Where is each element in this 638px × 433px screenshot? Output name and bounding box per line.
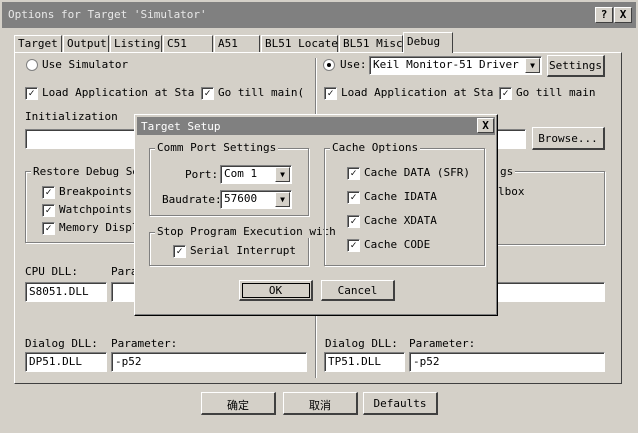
serial-interrupt-checkbox[interactable]: ✓ — [173, 245, 186, 258]
go-till-main-checkbox-right[interactable]: ✓ — [499, 87, 512, 100]
port-select[interactable]: Com 1 ▼ — [220, 165, 292, 184]
cpu-parameter-field-right[interactable] — [496, 282, 605, 302]
toolbox-label-partial: lbox — [498, 185, 525, 198]
use-simulator-label: Use Simulator — [42, 58, 129, 71]
tab-debug[interactable]: Debug — [403, 32, 453, 53]
cpu-dll-field[interactable]: S8051.DLL — [25, 282, 107, 302]
target-setup-ok-button[interactable]: OK — [239, 280, 313, 301]
cpu-dll-label: CPU DLL: — [25, 265, 78, 278]
dialog-parameter-field-left[interactable]: -p52 — [111, 352, 307, 372]
options-for-target-window: Options for Target 'Simulator' ? X Targe… — [0, 0, 638, 433]
port-select-value: Com 1 — [224, 167, 258, 180]
dialog-parameter-label-left: Parameter: — [111, 337, 178, 350]
watchpoints-label: Watchpoints & — [59, 203, 146, 216]
use-driver-radio[interactable] — [323, 59, 335, 71]
tab-target[interactable]: Target — [14, 35, 62, 52]
target-setup-title: Target Setup — [141, 120, 221, 133]
initialization-field-left[interactable] — [25, 129, 140, 149]
port-label: Port: — [185, 168, 219, 181]
baudrate-select[interactable]: 57600 ▼ — [220, 190, 292, 209]
browse-button[interactable]: Browse... — [532, 127, 605, 150]
target-setup-cancel-button[interactable]: Cancel — [321, 280, 395, 301]
dialog-parameter-field-right[interactable]: -p52 — [409, 352, 605, 372]
initialization-label-left: Initialization — [25, 110, 118, 123]
title-bar: Options for Target 'Simulator' ? X — [2, 2, 636, 28]
close-button[interactable]: X — [614, 7, 632, 23]
use-simulator-radio[interactable] — [26, 59, 38, 71]
breakpoints-checkbox[interactable]: ✓ — [42, 186, 55, 199]
cache-xdata-checkbox[interactable]: ✓ — [347, 215, 360, 228]
go-till-main-label-left: Go till main( — [218, 86, 305, 99]
restore-debug-group-right-title: gs — [498, 165, 516, 178]
cache-idata-label: Cache IDATA — [364, 190, 437, 203]
dialog-dll-field-right[interactable]: TP51.DLL — [324, 352, 405, 372]
window-title: Options for Target 'Simulator' — [8, 8, 207, 21]
go-till-main-label-right: Go till main — [516, 86, 596, 99]
target-setup-title-bar: Target Setup X — [137, 117, 495, 135]
cache-xdata-label: Cache XDATA — [364, 214, 437, 227]
tab-c51[interactable]: C51 — [163, 35, 213, 52]
defaults-button[interactable]: Defaults — [363, 392, 438, 415]
baudrate-select-value: 57600 — [224, 192, 258, 205]
initialization-field-right[interactable] — [496, 129, 526, 149]
load-app-label-left: Load Application at Sta — [42, 86, 195, 99]
chevron-down-icon[interactable]: ▼ — [275, 167, 290, 182]
cache-code-label: Cache CODE — [364, 238, 431, 251]
tab-listing[interactable]: Listing — [110, 35, 162, 52]
dialog-parameter-label-right: Parameter: — [409, 337, 476, 350]
load-app-label-right: Load Application at Sta — [341, 86, 494, 99]
cache-idata-checkbox[interactable]: ✓ — [347, 191, 360, 204]
memory-display-checkbox[interactable]: ✓ — [42, 222, 55, 235]
comm-port-group-title: Comm Port Settings — [155, 141, 279, 154]
tab-bl51-locate[interactable]: BL51 Locate — [261, 35, 338, 52]
restore-debug-group-right — [496, 171, 605, 245]
ok-button[interactable]: 确定 — [201, 392, 276, 415]
tab-bl51-misc[interactable]: BL51 Misc — [339, 35, 403, 52]
cache-data-label: Cache DATA (SFR) — [364, 166, 470, 179]
cache-options-group-title: Cache Options — [330, 141, 421, 154]
driver-select[interactable]: Keil Monitor-51 Driver ▼ — [369, 56, 542, 75]
cache-data-checkbox[interactable]: ✓ — [347, 167, 360, 180]
tab-a51[interactable]: A51 — [214, 35, 260, 52]
settings-button[interactable]: Settings — [547, 55, 605, 77]
use-label: Use: — [340, 58, 367, 71]
tab-output[interactable]: Output — [63, 35, 109, 52]
memory-display-label: Memory Displ — [59, 221, 139, 234]
go-till-main-checkbox-left[interactable]: ✓ — [201, 87, 214, 100]
baudrate-label: Baudrate: — [162, 193, 222, 206]
help-button[interactable]: ? — [595, 7, 613, 23]
cancel-button[interactable]: 取消 — [283, 392, 358, 415]
watchpoints-checkbox[interactable]: ✓ — [42, 204, 55, 217]
target-setup-close-button[interactable]: X — [477, 118, 494, 133]
load-app-checkbox-left[interactable]: ✓ — [25, 87, 38, 100]
restore-debug-group-title: Restore Debug Ses — [31, 165, 148, 178]
dialog-dll-field-left[interactable]: DP51.DLL — [25, 352, 107, 372]
chevron-down-icon[interactable]: ▼ — [275, 192, 290, 207]
target-setup-dialog: Target Setup X Comm Port Settings Port: … — [134, 114, 498, 316]
stop-execution-group-title: Stop Program Execution with — [155, 225, 338, 238]
chevron-down-icon[interactable]: ▼ — [525, 58, 540, 73]
load-app-checkbox-right[interactable]: ✓ — [324, 87, 337, 100]
dialog-dll-label-left: Dialog DLL: — [25, 337, 98, 350]
breakpoints-label: Breakpoints — [59, 185, 132, 198]
cache-code-checkbox[interactable]: ✓ — [347, 239, 360, 252]
dialog-dll-label-right: Dialog DLL: — [325, 337, 398, 350]
serial-interrupt-label: Serial Interrupt — [190, 244, 296, 257]
driver-select-value: Keil Monitor-51 Driver — [373, 58, 519, 71]
